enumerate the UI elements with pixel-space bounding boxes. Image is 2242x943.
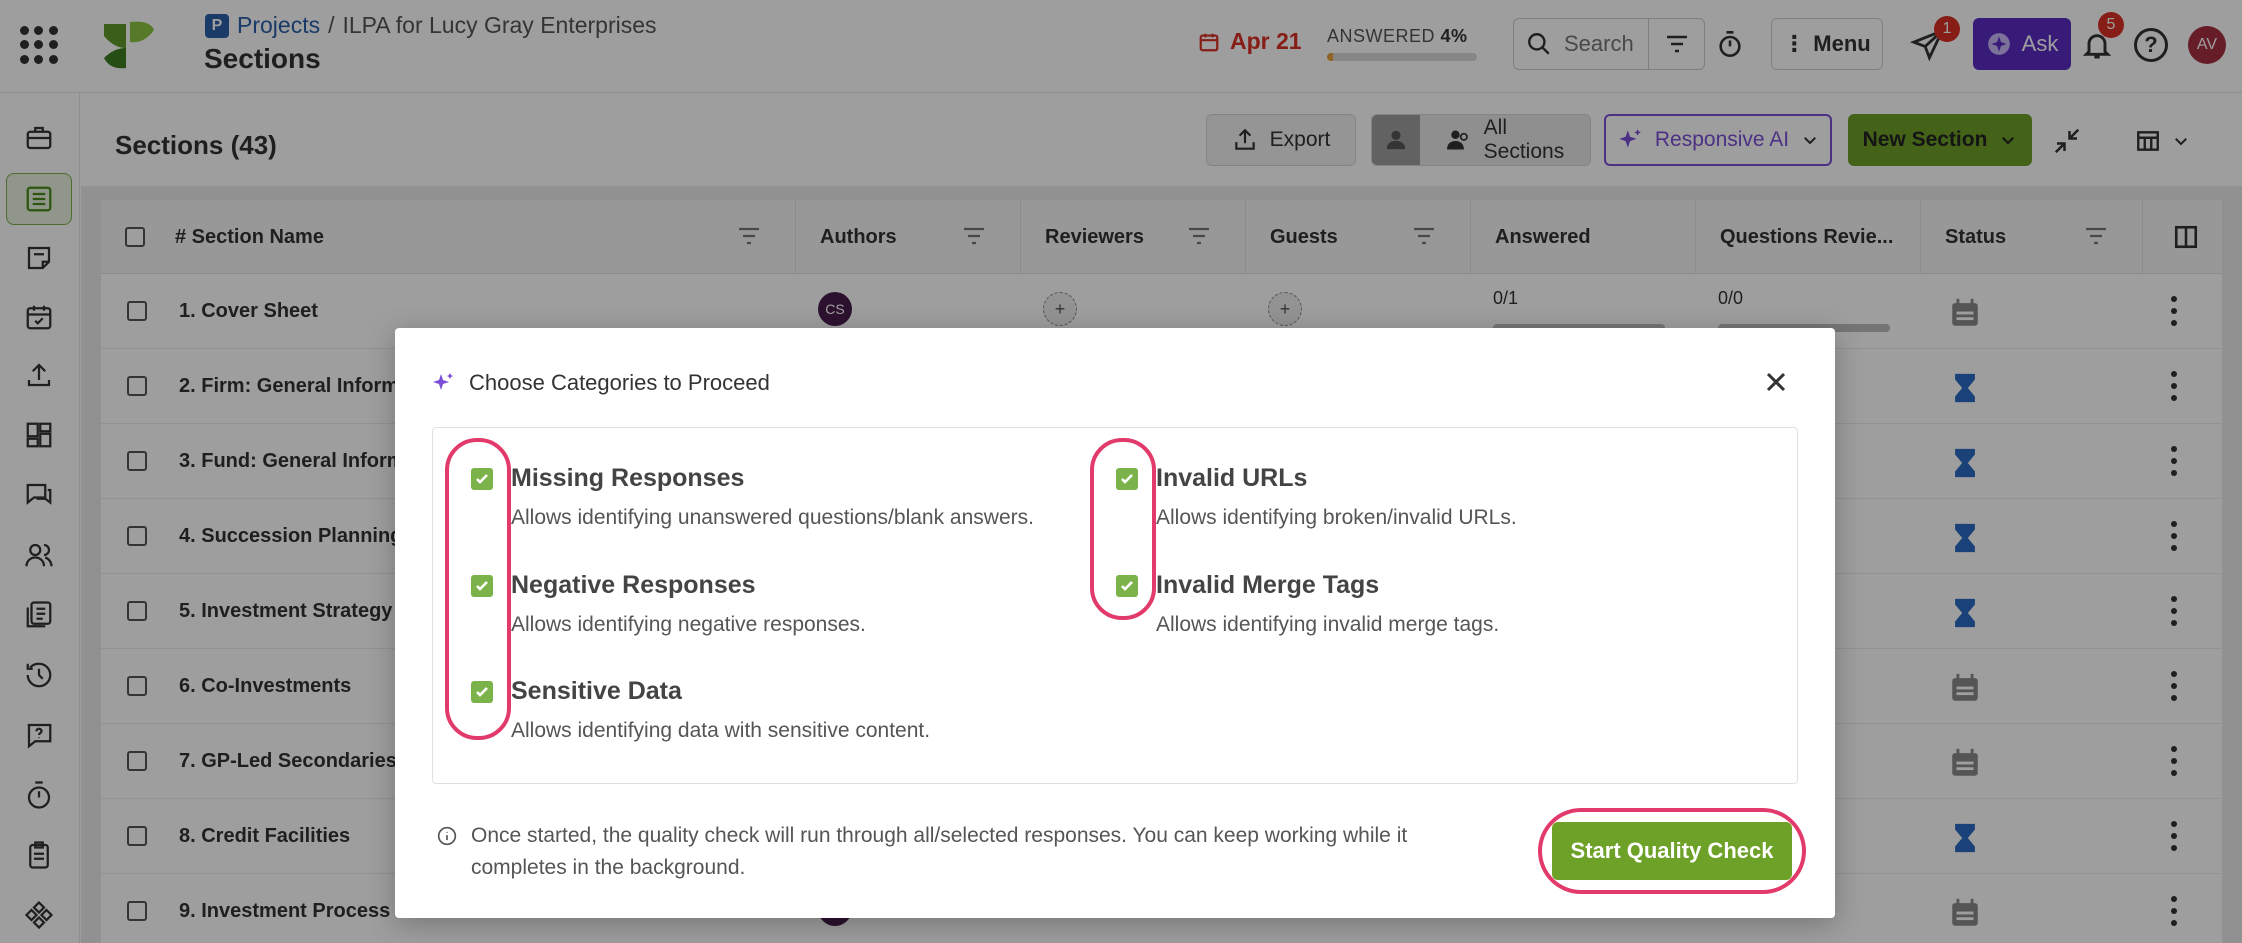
option-description: Allows identifying invalid merge tags. bbox=[1156, 613, 1500, 636]
category-options-box: Missing Responses Allows identifying una… bbox=[432, 427, 1798, 784]
info-note-text: Once started, the quality check will run… bbox=[471, 824, 1408, 879]
quality-check-dialog: Choose Categories to Proceed Missing Res… bbox=[395, 328, 1835, 918]
highlight-ring-right-checkboxes bbox=[1090, 438, 1156, 620]
option-description: Allows identifying negative responses. bbox=[511, 613, 866, 636]
option-name: Negative Responses bbox=[511, 571, 756, 599]
option-description: Allows identifying data with sensitive c… bbox=[511, 719, 931, 742]
dialog-title: Choose Categories to Proceed bbox=[431, 370, 770, 396]
option-name: Invalid Merge Tags bbox=[1156, 571, 1380, 599]
dialog-title-text: Choose Categories to Proceed bbox=[469, 370, 770, 395]
sparkle-icon bbox=[433, 373, 453, 390]
close-icon[interactable] bbox=[1764, 370, 1788, 394]
start-quality-check-button[interactable]: Start Quality Check bbox=[1552, 822, 1792, 880]
highlight-ring-left-checkboxes bbox=[445, 438, 511, 740]
option-name: Invalid URLs bbox=[1156, 464, 1308, 492]
option-name: Missing Responses bbox=[511, 464, 745, 492]
option-name: Sensitive Data bbox=[511, 677, 682, 705]
option-description: Allows identifying broken/invalid URLs. bbox=[1156, 506, 1517, 529]
info-note: Once started, the quality check will run… bbox=[437, 820, 1467, 884]
info-icon bbox=[437, 826, 457, 846]
option-description: Allows identifying unanswered questions/… bbox=[511, 506, 1034, 529]
